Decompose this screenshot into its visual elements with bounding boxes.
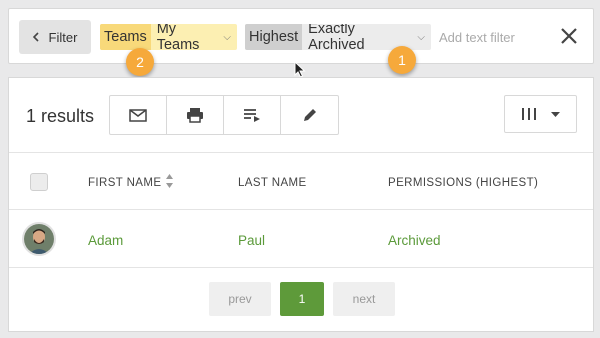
print-button[interactable] [167, 96, 224, 134]
text-filter-input[interactable]: Add text filter [439, 30, 515, 45]
chevron-down-icon: ⌵ [223, 31, 231, 43]
teams-chip-value: My Teams [156, 24, 200, 50]
cell-first-name[interactable]: Adam [88, 233, 123, 248]
mail-icon [129, 108, 147, 122]
permissions-chip-key: Highest [245, 24, 303, 50]
cell-permissions[interactable]: Archived [388, 233, 441, 248]
callout-badge-1: 1 [388, 46, 416, 74]
close-icon[interactable] [558, 25, 580, 47]
table-header: FIRST NAME LAST NAME PERMISSIONS (HIGHES… [9, 152, 593, 210]
columns-button[interactable] [504, 95, 577, 133]
page-1-button[interactable]: 1 [280, 282, 324, 316]
permissions-chip-value-wrap: Exactly Archived ⌵ [302, 24, 431, 50]
cell-last-name[interactable]: Paul [238, 233, 265, 248]
teams-chip-value-wrap: My Teams ⌵ [151, 24, 237, 50]
filter-button-label: Filter [48, 29, 78, 45]
mouse-cursor-icon [294, 61, 306, 78]
results-toolbar [109, 95, 339, 135]
teams-filter-chip[interactable]: Teams My Teams ⌵ [100, 24, 237, 50]
sort-icon[interactable] [166, 174, 173, 188]
chevron-down-icon: ⌵ [417, 31, 425, 43]
column-header-last-name[interactable]: LAST NAME [238, 177, 307, 189]
chevron-left-icon [32, 32, 39, 42]
pencil-icon [303, 109, 316, 121]
email-button[interactable] [110, 96, 167, 134]
next-page-button[interactable]: next [333, 282, 395, 316]
teams-chip-key: Teams [100, 24, 151, 50]
column-header-first-name[interactable]: FIRST NAME [88, 177, 161, 189]
columns-icon [522, 108, 536, 120]
table-row[interactable]: Adam Paul Archived [9, 210, 593, 268]
results-count: 1 results [26, 106, 95, 126]
column-header-permissions[interactable]: PERMISSIONS (HIGHEST) [388, 177, 538, 189]
export-button[interactable] [224, 96, 281, 134]
prev-page-button[interactable]: prev [209, 282, 271, 316]
select-all-checkbox[interactable] [30, 173, 48, 191]
edit-button[interactable] [281, 96, 338, 134]
callout-badge-2: 2 [126, 48, 154, 76]
results-panel: 1 results FIRST NAME LAST NAME PERMISSIO… [8, 77, 594, 332]
avatar [22, 222, 56, 256]
print-icon [187, 108, 203, 123]
playlist-icon [244, 109, 260, 122]
filter-bar: Filter Teams My Teams ⌵ Highest Exactly … [8, 8, 594, 64]
filter-button[interactable]: Filter [19, 20, 91, 54]
caret-down-icon [551, 111, 560, 117]
